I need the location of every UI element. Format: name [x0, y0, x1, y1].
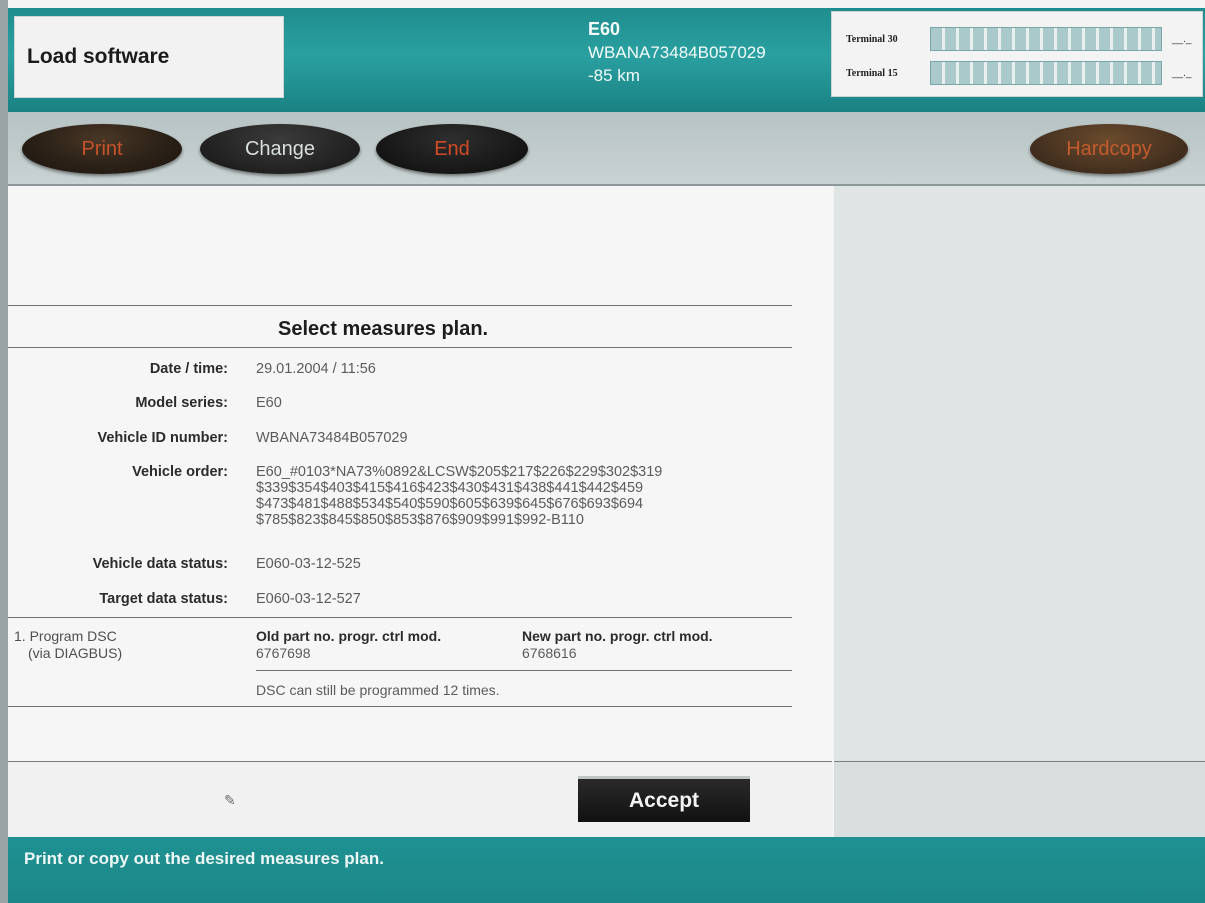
status-bar: Print or copy out the desired measures p… [8, 837, 1205, 903]
pencil-icon: ✎ [224, 792, 236, 808]
old-part-column: Old part no. progr. ctrl mod. 6767698 [256, 628, 441, 662]
header-bar: Load software E60 WBANA73484B057029 -85 … [8, 8, 1205, 112]
new-part-column: New part no. progr. ctrl mod. 6768616 [522, 628, 713, 662]
terminal-15-row: Terminal 15 __._ [846, 60, 1191, 86]
toolbar: Print Change End Hardcopy [8, 112, 1205, 186]
field-value: E60_#0103*NA73%0892&LCSW$205$217$226$229… [256, 464, 663, 528]
field-label: Vehicle order: [132, 464, 228, 480]
divider [256, 670, 792, 671]
change-button[interactable]: Change [200, 124, 360, 174]
field-value: E060-03-12-527 [256, 591, 361, 607]
field-label: Vehicle data status: [92, 556, 228, 572]
terminal-15-voltage-bar [930, 61, 1162, 85]
terminal-15-value: __._ [1172, 67, 1192, 79]
field-label: Date / time: [149, 361, 228, 377]
screen-title: Load software [14, 16, 284, 98]
programming-note: DSC can still be programmed 12 times. [256, 682, 500, 698]
old-part-header: Old part no. progr. ctrl mod. [256, 628, 442, 644]
status-message: Print or copy out the desired measures p… [24, 849, 384, 868]
field-value: E060-03-12-525 [256, 556, 361, 572]
plan-title: Select measures plan. [278, 318, 489, 340]
terminal-30-row: Terminal 30 __._ [846, 26, 1191, 52]
program-step: 1. Program DSC (via DIAGBUS) [14, 628, 122, 662]
vehicle-mileage: -85 km [588, 66, 640, 85]
terminal-30-value: __._ [1172, 33, 1192, 45]
terminal-status-panel: Terminal 30 __._ Terminal 15 __._ [831, 11, 1203, 97]
accept-button[interactable]: Accept [578, 776, 750, 822]
divider [8, 706, 792, 707]
side-panel-footer [834, 761, 1205, 838]
new-part-value: 6768616 [522, 645, 577, 661]
hardcopy-button[interactable]: Hardcopy [1030, 124, 1188, 174]
vehicle-info: E60 WBANA73484B057029 -85 km [588, 18, 766, 87]
divider [8, 347, 792, 348]
program-step-title: 1. Program DSC [14, 628, 117, 644]
print-button[interactable]: Print [22, 124, 182, 174]
vehicle-vin: WBANA73484B057029 [588, 43, 766, 62]
field-value: E60 [256, 395, 282, 411]
side-panel [834, 186, 1205, 761]
field-label: Model series: [135, 395, 228, 411]
terminal-30-label: Terminal 30 [846, 33, 898, 45]
divider [8, 305, 792, 306]
field-label: Target data status: [99, 591, 228, 607]
terminal-30-voltage-bar [930, 27, 1162, 51]
window-frame [0, 0, 8, 903]
terminal-15-label: Terminal 15 [846, 67, 898, 79]
measures-plan-panel: Select measures plan. Date / time: 29.01… [8, 186, 832, 761]
field-value: WBANA73484B057029 [256, 430, 408, 446]
program-step-subtitle: (via DIAGBUS) [28, 645, 123, 661]
new-part-header: New part no. progr. ctrl mod. [522, 628, 713, 644]
action-bar: ✎ Accept [8, 761, 832, 838]
old-part-value: 6767698 [256, 645, 311, 661]
field-value: 29.01.2004 / 11:56 [256, 361, 376, 377]
end-button[interactable]: End [376, 124, 528, 174]
vehicle-model: E60 [588, 19, 621, 39]
field-label: Vehicle ID number: [97, 430, 228, 446]
divider [8, 617, 792, 618]
